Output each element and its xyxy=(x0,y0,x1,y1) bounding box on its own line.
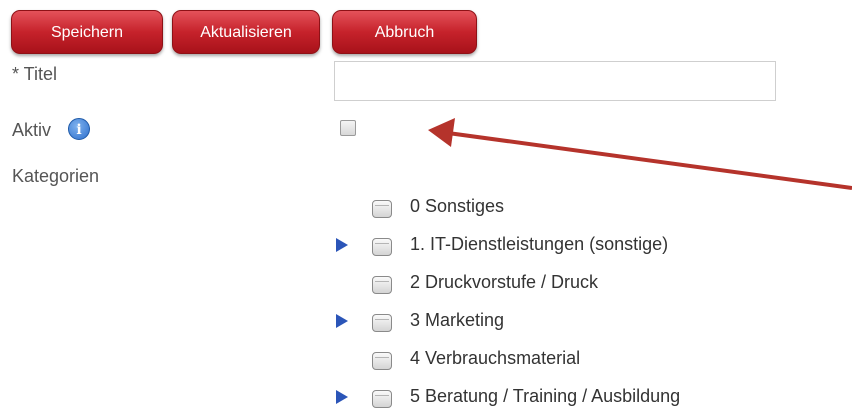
category-checkbox[interactable] xyxy=(372,390,392,408)
triangle-right-icon[interactable] xyxy=(336,390,348,404)
category-item[interactable]: 5 Beratung / Training / Ausbildung xyxy=(330,378,830,416)
category-checkbox[interactable] xyxy=(372,200,392,218)
category-checkbox[interactable] xyxy=(372,352,392,370)
category-checkbox[interactable] xyxy=(372,276,392,294)
category-item[interactable]: 3 Marketing xyxy=(330,302,830,340)
category-item[interactable]: 1. IT-Dienstleistungen (sonstige) xyxy=(330,226,830,264)
category-label: 3 Marketing xyxy=(410,310,505,330)
triangle-right-icon[interactable] xyxy=(336,238,348,252)
category-checkbox[interactable] xyxy=(372,314,392,332)
category-item[interactable]: 2 Druckvorstufe / Druck xyxy=(330,264,830,302)
category-label: 5 Beratung / Training / Ausbildung xyxy=(410,386,681,406)
triangle-right-icon[interactable] xyxy=(336,314,348,328)
category-label: 4 Verbrauchsmaterial xyxy=(410,348,581,368)
category-label: 0 Sonstiges xyxy=(410,196,505,216)
category-item[interactable]: 0 Sonstiges xyxy=(330,188,830,226)
category-label: 1. IT-Dienstleistungen (sonstige) xyxy=(410,234,669,254)
category-tree: 0 Sonstiges 1. IT-Dienstleistungen (sons… xyxy=(330,188,830,416)
category-item[interactable]: 4 Verbrauchsmaterial xyxy=(330,340,830,378)
category-checkbox[interactable] xyxy=(372,238,392,256)
category-label: 2 Druckvorstufe / Druck xyxy=(410,272,599,292)
